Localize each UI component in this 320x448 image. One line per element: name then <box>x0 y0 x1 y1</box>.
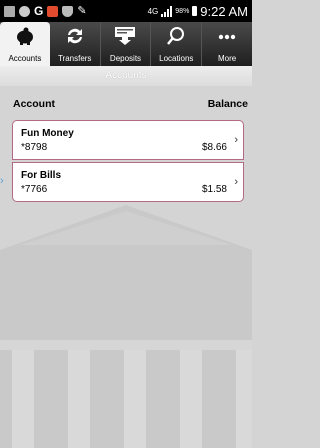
notification-icons: G ✎ <box>4 3 87 18</box>
tab-label: Locations <box>159 54 194 63</box>
mail-icon <box>4 5 15 17</box>
tab-bar: Accounts Transfers Deposits Locations Mo… <box>0 22 252 66</box>
account-column-label: Account <box>13 98 55 110</box>
tab-transfers[interactable]: Transfers <box>50 22 101 66</box>
shield-icon <box>62 5 74 17</box>
piggy-bank-icon <box>14 26 36 51</box>
tab-label: More <box>217 54 237 63</box>
account-row[interactable]: Fun Money *8798 $8.66 › <box>12 120 244 160</box>
account-number: *7766 <box>21 184 48 195</box>
account-number: *8798 <box>21 142 48 153</box>
network-type: 4G <box>147 6 159 16</box>
search-icon <box>165 26 187 51</box>
side-menu-handle-icon[interactable]: › <box>0 175 10 191</box>
tab-accounts[interactable]: Accounts <box>0 22 50 66</box>
battery-level: 98% <box>175 7 190 15</box>
tab-label: Transfers <box>57 54 92 63</box>
chevron-right-icon: › <box>234 176 238 188</box>
tab-label: Accounts <box>8 54 42 63</box>
system-status: 4G 98% 9:22 AM <box>148 4 248 19</box>
tab-label: Deposits <box>109 54 142 63</box>
account-row[interactable]: For Bills *7766 $1.58 › <box>12 162 244 202</box>
pen-icon: ✎ <box>77 4 87 17</box>
bank-building-illustration <box>0 205 252 448</box>
tab-deposits[interactable]: Deposits <box>101 22 152 66</box>
app-notification-icon <box>47 5 59 17</box>
google-icon: G <box>34 3 44 18</box>
account-balance: $1.58 <box>201 184 227 195</box>
app-icon <box>19 5 30 17</box>
status-bar: G ✎ 4G 98% 9:22 AM <box>0 0 252 22</box>
account-name: Fun Money <box>21 128 74 139</box>
column-header: Account Balance <box>0 95 252 113</box>
deposit-icon <box>113 26 137 51</box>
tab-more[interactable]: More <box>202 22 252 66</box>
signal-icon <box>161 5 173 17</box>
balance-column-label: Balance <box>207 98 248 110</box>
clock: 9:22 AM <box>200 3 248 19</box>
page-title: Accounts <box>0 66 252 86</box>
account-name: For Bills <box>21 170 62 181</box>
transfer-arrows-icon <box>64 26 86 51</box>
battery-icon <box>192 6 198 16</box>
more-dots-icon <box>216 26 238 51</box>
account-balance: $8.66 <box>201 142 227 153</box>
chevron-right-icon: › <box>234 134 238 146</box>
tab-locations[interactable]: Locations <box>151 22 203 66</box>
